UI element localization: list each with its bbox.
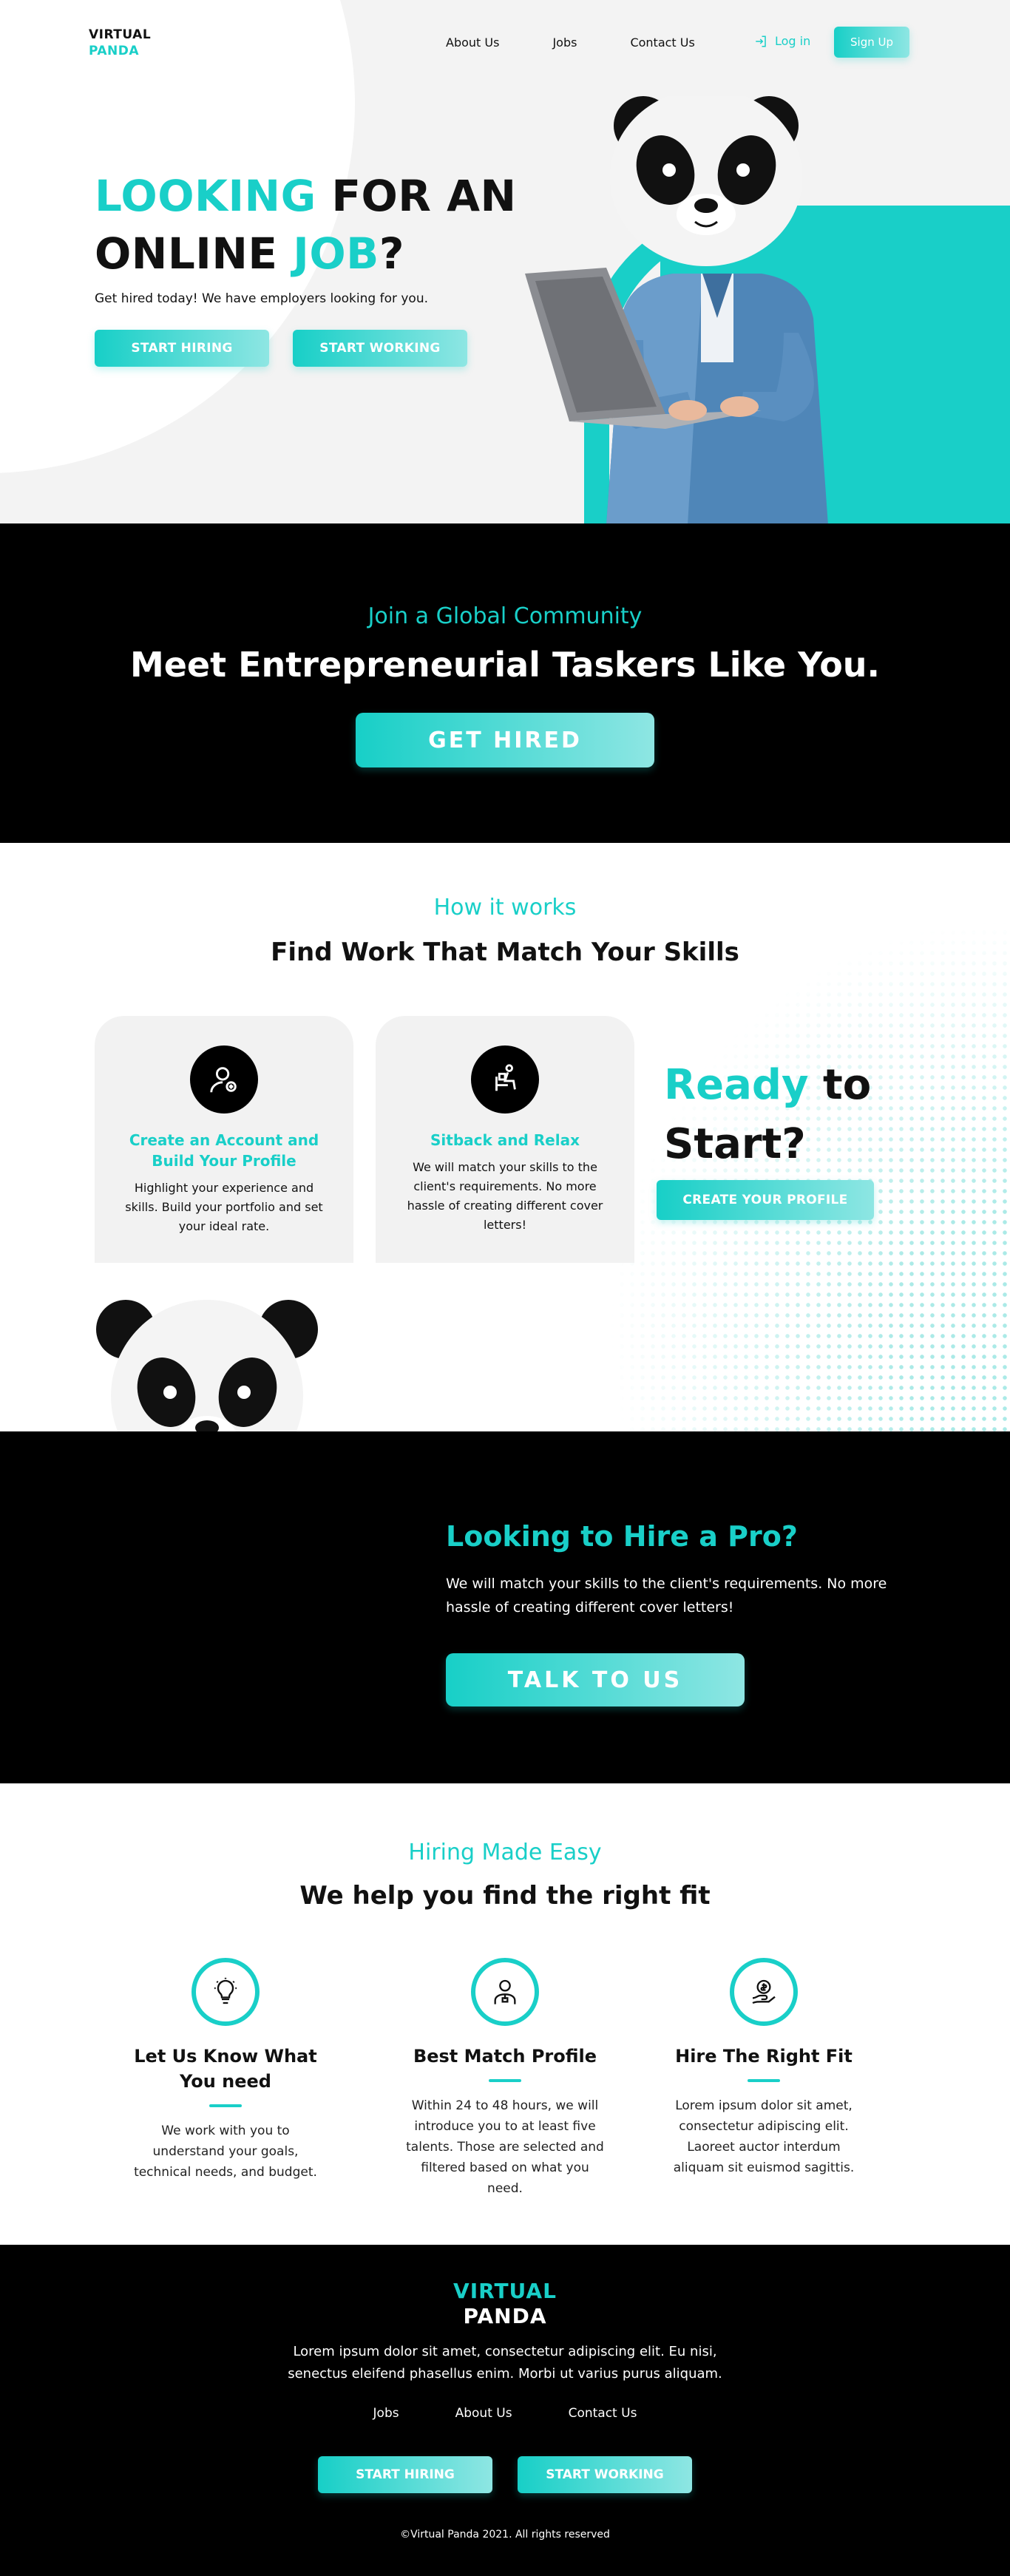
create-profile-button[interactable]: CREATE YOUR PROFILE <box>657 1180 874 1220</box>
feature-text: Lorem ipsum dolor sit amet, consectetur … <box>673 2098 855 2175</box>
ready-to-word: to <box>808 1061 872 1109</box>
relax-chair-icon <box>471 1045 539 1114</box>
hero-subtitle: Get hired today! We have employers looki… <box>95 291 428 306</box>
feature-title: Hire The Right Fit <box>675 2046 853 2067</box>
top-navigation: VIRTUAL PANDA About Us Jobs Contact Us L… <box>0 0 1010 81</box>
login-icon <box>756 35 766 47</box>
professional-profile-icon <box>471 1958 539 2026</box>
easy-kicker: Hiring Made Easy <box>408 1840 602 1865</box>
get-hired-button[interactable]: GET HIRED <box>356 713 654 767</box>
hiring-made-easy-section: Hiring Made Easy We help you find the ri… <box>0 1783 1010 2245</box>
hire-pro-section: Looking to Hire a Pro? We will match you… <box>0 1431 1010 1783</box>
how-it-works-section: How it works Find Work That Match Your S… <box>0 843 1010 1431</box>
footer-start-hiring-button[interactable]: START HIRING <box>318 2456 492 2493</box>
site-footer: VIRTUAL PANDA Lorem ipsum dolor sit amet… <box>0 2245 1010 2576</box>
nav-link-contact[interactable]: Contact Us <box>630 35 694 50</box>
community-kicker: Join a Global Community <box>367 603 643 629</box>
nav-link-jobs[interactable]: Jobs <box>552 35 577 50</box>
user-profile-icon <box>190 1045 258 1114</box>
nav-link-about[interactable]: About Us <box>446 35 499 50</box>
feature-divider <box>209 2104 242 2107</box>
community-section: Join a Global Community Meet Entrepreneu… <box>0 523 1010 843</box>
hire-pro-text: We will match your skills to the client'… <box>446 1576 887 1616</box>
hero-title-word-job: JOB <box>293 228 379 279</box>
hire-pro-title: Looking to Hire a Pro? <box>446 1520 798 1553</box>
copyright-text: ©Virtual Panda 2021. All rights reserved <box>400 2529 610 2541</box>
hero-title-word-for-an: FOR AN <box>316 171 517 221</box>
hero-section: VIRTUAL PANDA About Us Jobs Contact Us L… <box>0 0 1010 523</box>
start-working-button[interactable]: START WORKING <box>293 330 467 367</box>
site-logo[interactable]: VIRTUAL PANDA <box>89 27 151 59</box>
nav-links: About Us Jobs Contact Us <box>446 35 748 50</box>
feature-text: Within 24 to 48 hours, we will introduce… <box>406 2098 604 2196</box>
logo-line-2: PANDA <box>89 44 140 58</box>
hero-title-word-online: ONLINE <box>95 228 294 279</box>
panda-woman-with-laptop-image <box>525 96 828 523</box>
how-title: Find Work That Match Your Skills <box>271 938 739 967</box>
footer-start-working-button[interactable]: START WORKING <box>518 2456 692 2493</box>
footer-link-contact[interactable]: Contact Us <box>569 2406 637 2421</box>
hand-money-icon <box>730 1958 798 2026</box>
step-card-text: We will match your skills to the client'… <box>407 1160 603 1232</box>
feature-title: Let Us Know What You need <box>134 2046 317 2092</box>
hero-title: LOOKING FOR AN ONLINE JOB? <box>95 167 517 282</box>
footer-logo-line-1: VIRTUAL <box>453 2279 557 2303</box>
footer-link-about[interactable]: About Us <box>455 2406 512 2421</box>
ready-start-word: Start? <box>664 1120 806 1168</box>
footer-links: Jobs About Us Contact Us <box>0 2406 1010 2421</box>
lightbulb-icon <box>192 1958 260 2026</box>
talk-to-us-button[interactable]: TALK TO US <box>446 1653 745 1706</box>
feature-text: We work with you to understand your goal… <box>134 2123 317 2180</box>
step-card-create-account: Create an Account and Build Your Profile… <box>95 1016 353 1263</box>
step-card-text: Highlight your experience and skills. Bu… <box>125 1181 323 1233</box>
login-label: Log in <box>775 34 811 48</box>
feature-best-match: Best Match Profile Within 24 to 48 hours… <box>394 1958 616 2199</box>
dot-pattern-decoration <box>606 917 1010 1431</box>
easy-title: We help you find the right fit <box>299 1881 711 1911</box>
community-title: Meet Entrepreneurial Taskers Like You. <box>129 645 881 685</box>
hero-title-question: ? <box>379 228 404 279</box>
signup-button[interactable]: Sign Up <box>834 27 909 58</box>
logo-line-1: VIRTUAL <box>89 27 152 42</box>
ready-to-start-heading: Ready to Start? <box>664 1056 871 1174</box>
step-card-title: Sitback and Relax <box>430 1131 580 1149</box>
feature-divider <box>748 2079 780 2082</box>
start-hiring-button[interactable]: START HIRING <box>95 330 269 367</box>
footer-link-jobs[interactable]: Jobs <box>373 2406 399 2421</box>
how-kicker: How it works <box>433 895 577 921</box>
step-card-sitback: Sitback and Relax We will match your ski… <box>376 1016 634 1263</box>
footer-logo-line-2: PANDA <box>463 2304 547 2328</box>
ready-word: Ready <box>664 1061 809 1109</box>
step-card-title: Create an Account and Build Your Profile <box>129 1131 319 1170</box>
feature-divider <box>489 2079 521 2082</box>
feature-hire-right-fit: Hire The Right Fit Lorem ipsum dolor sit… <box>653 1958 875 2178</box>
panda-businessman-image <box>96 1300 318 1431</box>
login-link[interactable]: Log in <box>754 34 810 48</box>
footer-description: Lorem ipsum dolor sit amet, consectetur … <box>288 2344 722 2382</box>
feature-let-us-know: Let Us Know What You need We work with y… <box>115 1958 336 2183</box>
hero-title-word-looking: LOOKING <box>95 171 316 221</box>
feature-title: Best Match Profile <box>413 2046 597 2067</box>
